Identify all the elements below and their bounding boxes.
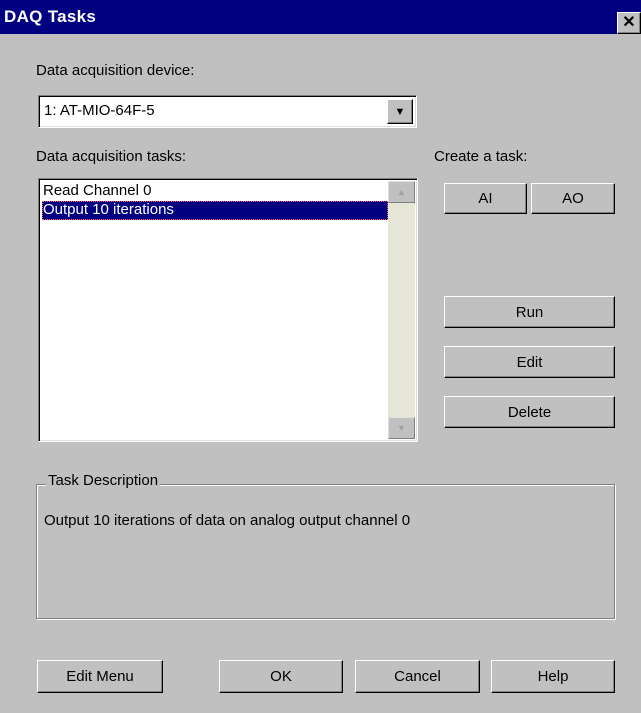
create-ai-button[interactable]: AI [444, 183, 527, 214]
edit-button[interactable]: Edit [444, 346, 615, 378]
run-button[interactable]: Run [444, 296, 615, 328]
window-title: DAQ Tasks [4, 7, 97, 26]
delete-button[interactable]: Delete [444, 396, 615, 428]
task-list[interactable]: Read Channel 0 Output 10 iterations ▲ ▼ [38, 178, 418, 442]
scroll-down-button[interactable]: ▼ [388, 417, 415, 439]
cancel-button[interactable]: Cancel [355, 660, 480, 693]
close-icon: ✕ [622, 14, 636, 31]
device-dropdown-button[interactable]: ▼ [387, 99, 413, 124]
edit-menu-button[interactable]: Edit Menu [37, 660, 163, 693]
scroll-down-icon: ▼ [397, 423, 406, 433]
task-description-legend: Task Description [46, 472, 161, 489]
scroll-up-icon: ▲ [397, 187, 406, 197]
close-button[interactable]: ✕ [617, 12, 641, 34]
tasks-label: Data acquisition tasks: [36, 148, 187, 165]
task-item-read-channel-0[interactable]: Read Channel 0 [42, 182, 388, 201]
task-description-text: Output 10 iterations of data on analog o… [44, 512, 411, 529]
title-bar: DAQ Tasks ✕ [0, 0, 641, 34]
ok-button[interactable]: OK [219, 660, 343, 693]
task-list-scrollbar[interactable]: ▲ ▼ [388, 181, 415, 439]
create-task-label: Create a task: [434, 148, 528, 165]
task-item-output-10-iterations[interactable]: Output 10 iterations [42, 201, 388, 220]
task-description-group [36, 484, 615, 619]
help-button[interactable]: Help [491, 660, 615, 693]
device-value: 1: AT-MIO-64F-5 [44, 102, 155, 119]
device-label: Data acquisition device: [36, 62, 195, 79]
scroll-up-button[interactable]: ▲ [388, 181, 415, 203]
chevron-down-icon: ▼ [394, 105, 406, 118]
device-select[interactable]: 1: AT-MIO-64F-5 [38, 95, 417, 128]
create-ao-button[interactable]: AO [531, 183, 615, 214]
